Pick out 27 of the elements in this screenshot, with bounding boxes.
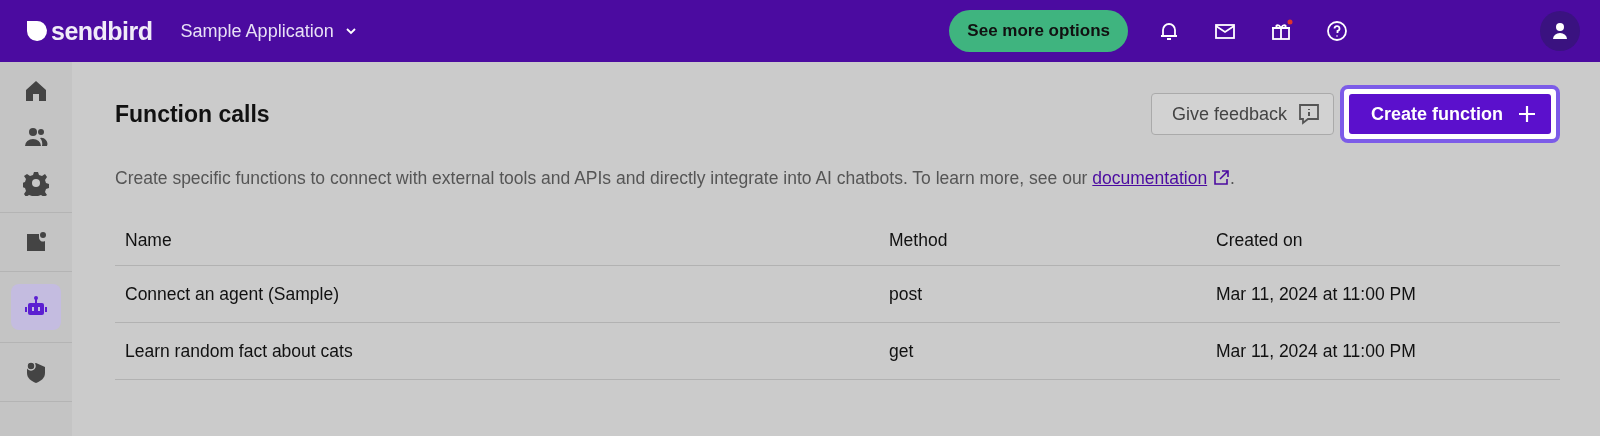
page-title: Function calls [115,100,271,128]
plus-icon [1517,104,1537,124]
table-cell-text: Connect an agent (Sample) [124,283,341,305]
table-cell-text: Mar 11, 2024 at 11:00 PM [1215,283,1417,305]
see-more-options-button[interactable]: See more options [949,10,1128,52]
avatar[interactable] [1540,11,1580,51]
table-cell-text: Learn random fact about cats [124,340,354,362]
column-header: Method [888,229,949,251]
logo-text: sendbird [51,16,153,46]
description-text: Create specific functions to connect with external tools and APIs and directly integrate into AI chatbots. To learn more, see our documentation . [115,168,1236,189]
feedback-icon [1297,102,1321,126]
table-cell-text: Mar 11, 2024 at 11:00 PM [1215,340,1417,362]
sidebar-item[interactable] [11,284,61,330]
external-link-icon[interactable] [1212,169,1230,187]
home-icon [23,78,49,104]
gear-icon [23,170,49,196]
column-header: Created on [1215,229,1304,251]
documentation-link[interactable]: documentation [1092,168,1208,188]
table-cell-text: get [888,340,915,362]
person-icon [1551,22,1569,40]
column-header: Name [124,229,173,251]
help-icon[interactable] [1324,18,1350,44]
table-cell-text: post [888,283,924,305]
give-feedback-button[interactable]: Give feedback [1150,93,1334,135]
create-function-button[interactable]: Create function [1349,94,1551,134]
app-selector[interactable]: Sample Application [180,20,358,42]
logo-icon [24,19,48,43]
